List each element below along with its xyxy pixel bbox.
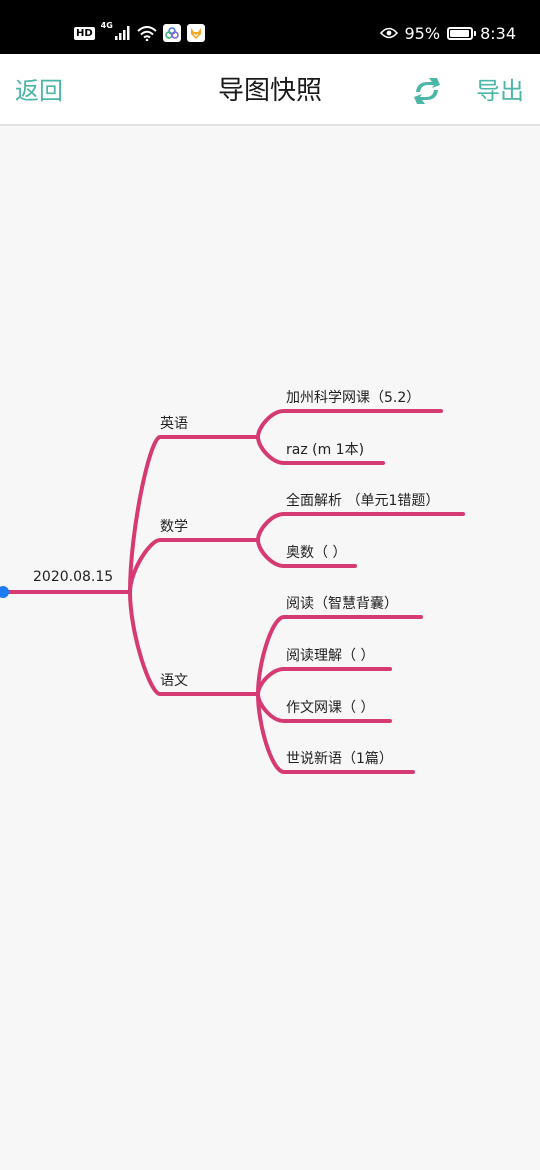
battery-percent: 95%: [404, 23, 441, 43]
hd-badge: HD: [74, 26, 95, 40]
network-type: 4G: [100, 21, 113, 30]
branch-node-3[interactable]: 语文: [160, 672, 188, 690]
leaf-connector-3-2: [256, 667, 392, 696]
branch-node-2[interactable]: 数学: [160, 518, 188, 536]
battery-fill: [450, 29, 469, 37]
mindmap-canvas[interactable]: 2020.08.15 英语 加州科学网课（5.2） raz (m 1本) 数学 全面解析 …: [0, 127, 540, 1170]
branch-connector-2: [128, 538, 259, 594]
root-handle-dot[interactable]: [0, 586, 9, 598]
status-bar: HD 4G 95% 8:34: [0, 0, 540, 54]
app-bar: 返回 导图快照 导出: [0, 54, 540, 126]
export-button[interactable]: 导出: [476, 76, 524, 106]
eye-icon: [379, 27, 398, 39]
branch-connector-1: [128, 435, 259, 594]
leaf-connector-1-1: [256, 409, 443, 439]
refresh-button[interactable]: [410, 76, 444, 106]
status-right-group: 95% 8:34: [379, 22, 516, 44]
refresh-icon: [414, 78, 440, 104]
leaf-node-3-4[interactable]: 世说新语（1篇）: [286, 750, 393, 768]
status-left-group: HD 4G: [74, 22, 205, 44]
page-title: 导图快照: [217, 76, 322, 106]
leaf-node-3-3[interactable]: 作文网课（ ）: [286, 699, 374, 717]
leaf-node-3-1[interactable]: 阅读（智慧背囊）: [286, 595, 398, 613]
leaf-node-1-1[interactable]: 加州科学网课（5.2）: [286, 389, 420, 407]
fox-app-icon: [186, 24, 205, 42]
branch-node-1[interactable]: 英语: [160, 415, 188, 433]
wifi-icon: [137, 25, 157, 41]
root-node[interactable]: 2020.08.15: [33, 568, 113, 586]
clock: 8:34: [480, 23, 516, 43]
leaf-connector-2-1: [256, 512, 465, 542]
leaf-node-2-1[interactable]: 全面解析 （单元1错题）: [286, 492, 439, 510]
leaf-node-2-2[interactable]: 奥数（ ）: [286, 544, 346, 562]
mindmap-connectors: [0, 409, 465, 774]
signal-icon: [114, 26, 130, 40]
battery-icon: [447, 26, 477, 40]
app-notification-icon: [162, 24, 181, 42]
branch-connector-3: [128, 590, 259, 696]
leaf-node-1-2[interactable]: raz (m 1本): [286, 441, 364, 459]
leaf-node-3-2[interactable]: 阅读理解（ ）: [286, 647, 374, 665]
